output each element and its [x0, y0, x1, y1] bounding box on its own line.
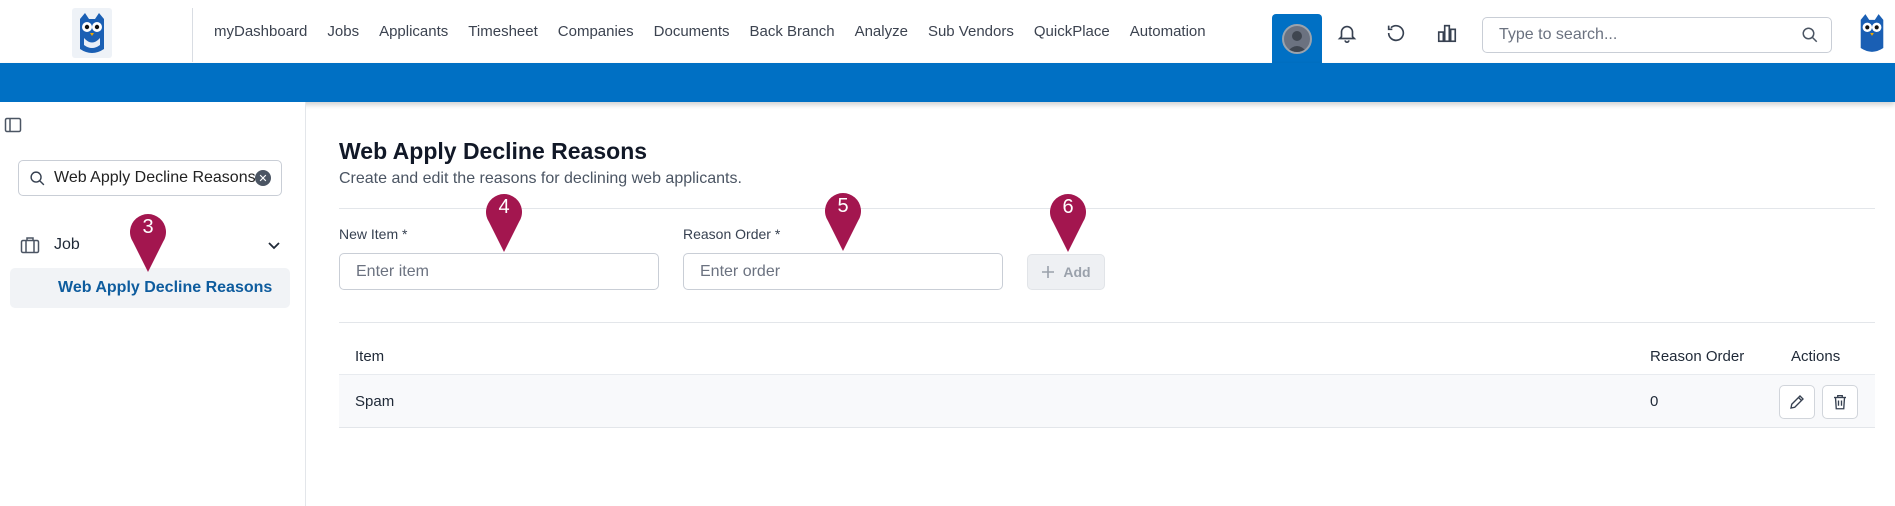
column-header-item[interactable]: Item: [355, 348, 384, 365]
row-item-cell: Spam: [355, 393, 395, 410]
app-logo[interactable]: [72, 8, 112, 58]
nav-item-jobs[interactable]: Jobs: [327, 23, 359, 40]
annotation-marker-6: 6: [1048, 190, 1088, 252]
user-icon: [1287, 30, 1307, 52]
new-item-input[interactable]: [339, 253, 659, 290]
history-button[interactable]: [1381, 18, 1411, 48]
edit-button[interactable]: [1779, 385, 1815, 419]
nav-item-timesheet[interactable]: Timesheet: [468, 23, 537, 40]
avatar: [1282, 23, 1312, 54]
history-icon: [1387, 24, 1405, 42]
nav-item-quickplace[interactable]: QuickPlace: [1034, 23, 1110, 40]
page-title: Web Apply Decline Reasons: [339, 138, 648, 164]
search-icon[interactable]: [1801, 26, 1819, 44]
pencil-icon: [1790, 395, 1804, 409]
trash-icon: [1834, 394, 1846, 410]
column-header-reason-order[interactable]: Reason Order: [1650, 348, 1744, 365]
sidebar-item-web-apply-decline-reasons[interactable]: Web Apply Decline Reasons: [10, 268, 290, 308]
settings-sidebar: ✕ Job Web Apply Decline Reasons: [0, 102, 306, 506]
delete-button[interactable]: [1822, 385, 1858, 419]
column-header-actions: Actions: [1791, 348, 1841, 365]
nav-item-documents[interactable]: Documents: [654, 23, 730, 40]
search-icon: [30, 170, 45, 185]
bar-chart-icon: [1437, 24, 1457, 43]
notifications-button[interactable]: [1332, 18, 1362, 48]
page-subtitle: Create and edit the reasons for declinin…: [339, 170, 742, 187]
reason-order-label: Reason Order *: [683, 226, 781, 242]
analytics-button[interactable]: [1432, 18, 1462, 48]
nav-item-back-branch[interactable]: Back Branch: [750, 23, 835, 40]
clear-search-icon[interactable]: ✕: [255, 170, 271, 186]
nav-item-companies[interactable]: Companies: [558, 23, 634, 40]
sidebar-search-input[interactable]: [54, 169, 255, 187]
top-bar: myDashboard Jobs Applicants Timesheet Co…: [0, 0, 1895, 63]
owl-logo-icon: [80, 13, 104, 53]
main-nav: myDashboard Jobs Applicants Timesheet Co…: [214, 0, 1226, 63]
nav-item-mydashboard[interactable]: myDashboard: [214, 23, 307, 40]
row-order-cell: 0: [1650, 393, 1659, 410]
owl-logo-icon: [1860, 14, 1884, 52]
new-item-label: New Item *: [339, 226, 408, 242]
sidebar-search: ✕: [18, 160, 282, 196]
marker-number: 6: [1062, 196, 1074, 218]
marker-number: 5: [837, 195, 849, 217]
nav-item-applicants[interactable]: Applicants: [379, 23, 448, 40]
marker-number: 3: [142, 216, 154, 238]
global-search-input[interactable]: [1499, 26, 1801, 44]
global-search: [1482, 17, 1832, 53]
annotation-marker-5: 5: [823, 189, 863, 251]
bell-icon: [1337, 25, 1357, 43]
table-row: Spam 0: [339, 374, 1875, 428]
plus-icon: [1042, 266, 1055, 278]
brand-logo-right: [1856, 12, 1888, 54]
nav-item-sub-vendors[interactable]: Sub Vendors: [928, 23, 1014, 40]
reason-order-input[interactable]: [683, 253, 1003, 290]
sidebar-toggle-icon[interactable]: [4, 116, 22, 134]
annotation-marker-4: 4: [484, 190, 524, 252]
chevron-down-icon[interactable]: [266, 237, 282, 253]
divider: [339, 322, 1875, 323]
user-menu-tab[interactable]: [1272, 14, 1322, 63]
nav-item-analyze[interactable]: Analyze: [855, 23, 908, 40]
add-button-label: Add: [1063, 264, 1091, 280]
marker-number: 4: [498, 196, 510, 218]
briefcase-icon: [20, 237, 40, 254]
add-button[interactable]: Add: [1027, 254, 1105, 290]
header-divider: [192, 8, 193, 62]
nav-item-automation[interactable]: Automation: [1130, 23, 1206, 40]
divider: [339, 208, 1875, 209]
annotation-marker-3: 3: [128, 210, 168, 272]
header-band: [0, 63, 1895, 102]
